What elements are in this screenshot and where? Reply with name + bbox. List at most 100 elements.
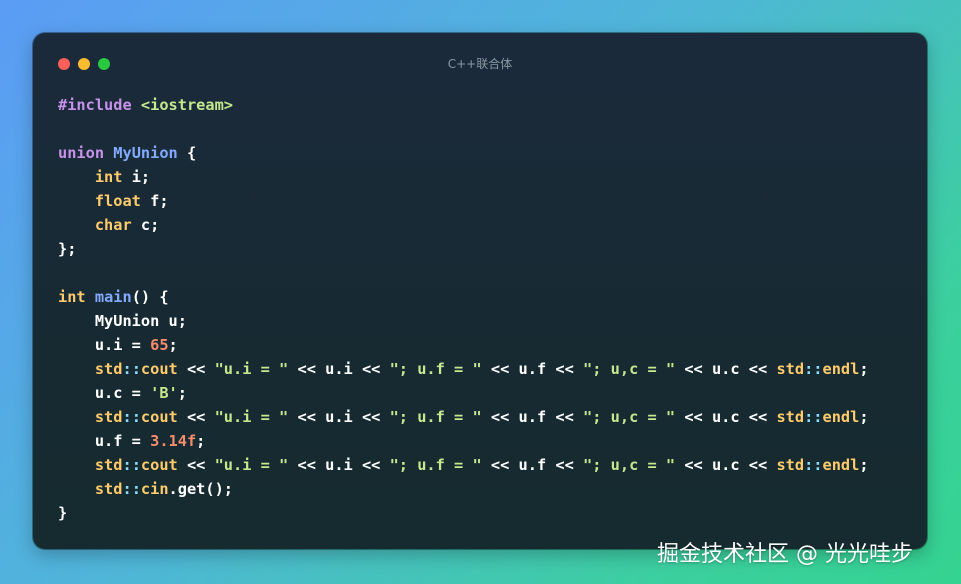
code-token: u.c = <box>58 384 151 402</box>
code-token: int <box>58 288 86 306</box>
code-token: << u.c << <box>675 408 777 426</box>
code-token: cout <box>140 360 178 378</box>
code-token: "; u.f = " <box>389 408 482 426</box>
code-token: std <box>776 456 805 474</box>
code-token: 65 <box>150 336 169 354</box>
code-token: MyUnion u; <box>58 312 187 330</box>
code-token: << u.c << <box>675 360 777 378</box>
code-token: include <box>67 96 132 114</box>
code-line: u.i = 65; <box>58 333 869 357</box>
code-token: cout <box>140 408 178 426</box>
code-token: :: <box>122 408 141 426</box>
code-token: float <box>94 192 141 210</box>
code-token: :: <box>804 408 823 426</box>
code-token: u.i = <box>58 336 151 354</box>
code-token: 3.14f <box>150 432 197 450</box>
code-line: u.f = 3.14f; <box>58 429 869 453</box>
code-token: cin <box>140 480 169 498</box>
code-token: << u.i << <box>288 360 390 378</box>
code-token: cout <box>140 456 178 474</box>
code-line: std::cout << "u.i = " << u.i << "; u.f =… <box>58 357 869 381</box>
code-token: std <box>94 360 123 378</box>
code-token: endl <box>822 360 860 378</box>
code-token: "; u,c = " <box>583 408 676 426</box>
watermark-text: 掘金技术社区 @ 光光哇步 <box>657 542 913 567</box>
code-token: "; u,c = " <box>583 360 676 378</box>
code-token: << u.f << <box>481 408 584 426</box>
code-line: std::cout << "u.i = " << u.i << "; u.f =… <box>58 405 869 429</box>
code-token: "; u.f = " <box>389 360 482 378</box>
code-token: ; <box>859 456 869 474</box>
code-token: "; u.f = " <box>389 456 482 474</box>
code-token: << u.c << <box>675 456 777 474</box>
code-token: endl <box>822 456 860 474</box>
code-token: std <box>776 408 805 426</box>
code-line: union MyUnion { <box>58 141 869 165</box>
code-line: int i; <box>58 165 869 189</box>
code-token: i; <box>122 168 151 186</box>
code-token: char <box>94 216 132 234</box>
window-title: C++联合体 <box>447 57 513 71</box>
code-token: 'B' <box>150 384 178 402</box>
code-line: char c; <box>58 213 869 237</box>
code-block: #include <iostream> union MyUnion { int … <box>58 93 869 525</box>
code-line: MyUnion u; <box>58 309 869 333</box>
code-token: { <box>177 144 197 162</box>
code-token: << u.i << <box>288 456 390 474</box>
code-token: :: <box>122 360 141 378</box>
code-token: ; <box>859 360 869 378</box>
code-token: main <box>94 288 132 306</box>
code-token: ; <box>168 336 178 354</box>
code-line: std::cout << "u.i = " << u.i << "; u.f =… <box>58 453 869 477</box>
code-token: std <box>776 360 805 378</box>
code-token: "u.i = " <box>214 456 289 474</box>
code-token: .get(); <box>168 480 234 498</box>
code-token: endl <box>822 408 860 426</box>
code-token: << u.i << <box>288 408 390 426</box>
code-token: :: <box>122 480 141 498</box>
code-token: c; <box>131 216 160 234</box>
code-token: << u.f << <box>481 360 584 378</box>
code-window: C++联合体 #include <iostream> union MyUnion… <box>33 33 927 549</box>
code-token: :: <box>122 456 141 474</box>
code-token: MyUnion <box>113 144 178 162</box>
code-token: union <box>58 144 105 162</box>
code-token: std <box>94 456 123 474</box>
code-line: }; <box>58 237 869 261</box>
code-token: ; <box>859 408 869 426</box>
code-line: } <box>58 501 869 525</box>
code-line: float f; <box>58 189 869 213</box>
window-titlebar: C++联合体 <box>33 33 927 95</box>
code-token: } <box>58 504 68 522</box>
code-line: std::cin.get(); <box>58 477 869 501</box>
code-token: # <box>58 96 68 114</box>
code-token: << <box>177 408 215 426</box>
code-token: ; <box>196 432 206 450</box>
code-token: << u.f << <box>481 456 584 474</box>
code-token: }; <box>58 240 77 258</box>
code-token: << <box>177 360 215 378</box>
code-token: <iostream> <box>140 96 234 114</box>
code-token: :: <box>804 456 823 474</box>
code-token: "; u,c = " <box>583 456 676 474</box>
code-token: u.f = <box>58 432 151 450</box>
code-token: << <box>177 456 215 474</box>
code-token: "u.i = " <box>214 360 289 378</box>
code-line: int main() { <box>58 285 869 309</box>
code-token: std <box>94 480 123 498</box>
code-token: std <box>94 408 123 426</box>
code-token: ; <box>177 384 187 402</box>
code-line: u.c = 'B'; <box>58 381 869 405</box>
code-line: #include <iostream> <box>58 93 869 117</box>
